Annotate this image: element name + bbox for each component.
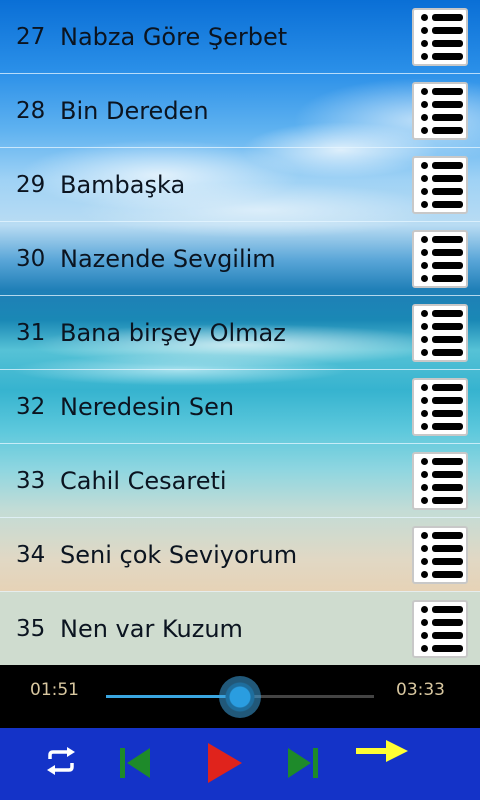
list-menu-icon[interactable]: [412, 600, 468, 658]
track-number: 34: [16, 541, 46, 568]
total-time: 03:33: [396, 680, 445, 700]
track-number: 33: [16, 467, 46, 494]
track-number: 28: [16, 97, 46, 124]
playlist-item[interactable]: 32 Neredesin Sen: [0, 370, 480, 444]
list-menu-icon[interactable]: [412, 8, 468, 66]
track-number: 31: [16, 319, 46, 346]
track-number: 27: [16, 23, 46, 50]
current-time: 01:51: [30, 680, 79, 700]
track-number: 32: [16, 393, 46, 420]
playlist-item[interactable]: 31 Bana birşey Olmaz: [0, 296, 480, 370]
list-menu-icon[interactable]: [412, 452, 468, 510]
track-number: 30: [16, 245, 46, 272]
list-menu-icon[interactable]: [412, 526, 468, 584]
skip-previous-icon[interactable]: [118, 746, 152, 780]
repeat-icon[interactable]: [44, 745, 78, 777]
list-menu-icon[interactable]: [412, 304, 468, 362]
playlist-item[interactable]: 33 Cahil Cesareti: [0, 444, 480, 518]
control-bar: [0, 728, 480, 800]
list-menu-icon[interactable]: [412, 82, 468, 140]
playlist: 27 Nabza Göre Şerbet 28 Bin Dereden 29 Bambaş…: [0, 0, 480, 665]
skip-next-icon[interactable]: [286, 746, 320, 780]
playlist-item[interactable]: 30 Nazende Sevgilim: [0, 222, 480, 296]
list-menu-icon[interactable]: [412, 156, 468, 214]
play-button[interactable]: [204, 740, 244, 786]
playlist-item[interactable]: 34 Seni çok Seviyorum: [0, 518, 480, 592]
seek-panel: 01:51 03:33: [0, 665, 480, 728]
playlist-item[interactable]: 27 Nabza Göre Şerbet: [0, 0, 480, 74]
seek-thumb[interactable]: [218, 676, 261, 718]
track-number: 35: [16, 615, 46, 642]
track-number: 29: [16, 171, 46, 198]
playlist-item[interactable]: 35 Nen var Kuzum: [0, 592, 480, 665]
arrow-right-icon[interactable]: [356, 740, 408, 762]
list-menu-icon[interactable]: [412, 230, 468, 288]
playlist-item[interactable]: 28 Bin Dereden: [0, 74, 480, 148]
list-menu-icon[interactable]: [412, 378, 468, 436]
playlist-item[interactable]: 29 Bambaşka: [0, 148, 480, 222]
